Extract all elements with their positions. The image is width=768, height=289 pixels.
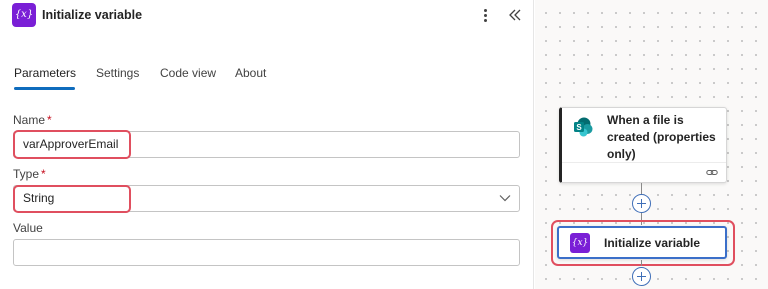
trigger-card-footer [562, 162, 726, 182]
variable-icon: {x} [570, 233, 590, 253]
name-label-text: Name [13, 113, 46, 127]
initialize-variable-card[interactable]: {x} Initialize variable [557, 226, 727, 259]
trigger-title: When a file is created (properties only) [607, 113, 716, 161]
connector-line [641, 213, 642, 225]
name-input-value: varApproverEmail [23, 137, 119, 151]
value-field-label: Value [13, 221, 43, 235]
trigger-card[interactable]: S When a file is created (properties onl… [559, 107, 727, 183]
chevron-down-icon [499, 195, 511, 202]
type-dropdown-value: String [23, 191, 55, 205]
connector-line [641, 260, 642, 266]
panel-title: Initialize variable [42, 8, 143, 22]
tab-parameters[interactable]: Parameters [14, 66, 76, 80]
type-field-label: Type * [13, 167, 46, 181]
dot-icon [483, 18, 487, 22]
required-marker: * [47, 113, 52, 127]
add-step-button[interactable] [632, 267, 651, 286]
connector-line [641, 183, 642, 194]
dot-icon [483, 8, 487, 12]
add-step-button[interactable] [632, 194, 651, 213]
action-title: Initialize variable [604, 236, 701, 250]
collapse-panel-button[interactable] [505, 4, 525, 26]
link-icon [706, 170, 718, 175]
type-dropdown[interactable]: String [13, 185, 520, 212]
sharepoint-icon: S [574, 117, 593, 137]
value-input[interactable] [13, 239, 520, 266]
tab-code-view[interactable]: Code view [160, 66, 216, 80]
variable-icon: {x} [12, 3, 36, 27]
type-label-text: Type [13, 167, 40, 181]
dot-icon [483, 13, 487, 17]
tab-about[interactable]: About [235, 66, 266, 80]
designer-canvas[interactable]: S When a file is created (properties onl… [535, 0, 768, 289]
required-marker: * [41, 167, 46, 181]
svg-text:S: S [576, 123, 582, 132]
name-field-label: Name * [13, 113, 52, 127]
name-input[interactable]: varApproverEmail [13, 131, 520, 158]
more-options-button[interactable] [478, 4, 492, 26]
app-root: {x} Initialize variable Parameters Setti… [0, 0, 768, 289]
double-chevron-left-icon [509, 9, 521, 21]
properties-panel: {x} Initialize variable Parameters Setti… [0, 0, 534, 289]
active-tab-indicator [14, 87, 75, 90]
tab-settings[interactable]: Settings [96, 66, 139, 80]
